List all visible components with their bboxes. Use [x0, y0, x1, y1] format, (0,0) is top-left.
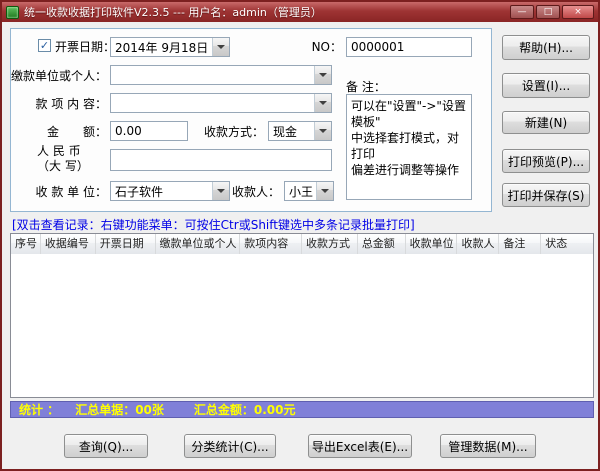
payee-combobox[interactable]: 小王 — [284, 181, 334, 201]
receipt-no-label: NO： — [302, 40, 342, 55]
app-window: 统一收款收据打印软件V2.3.5 --- 用户名：admin（管理员） — □ … — [0, 0, 600, 471]
records-table: 序号 收据编号 开票日期 缴款单位或个人 款项内容 收款方式 总金额 收款单位 … — [10, 233, 594, 398]
payment-method-label: 收款方式： — [198, 125, 264, 140]
column-header-total[interactable]: 总金额 — [358, 234, 406, 254]
invoice-date-picker[interactable]: 2014年 9月18日 — [110, 37, 230, 57]
payment-method-dropdown-button[interactable] — [314, 122, 331, 140]
title-bar: 统一收款收据打印软件V2.3.5 --- 用户名：admin（管理员） — □ … — [2, 2, 598, 22]
invoice-date-dropdown-button[interactable] — [212, 38, 229, 56]
receiving-unit-value: 石子软件 — [115, 183, 212, 200]
payer-combobox[interactable] — [110, 65, 332, 85]
payer-label: 缴款单位或个人： — [10, 69, 107, 84]
statistics-bar: 统计 ： 汇总单据：00张 汇总金额：0.00元 — [10, 401, 594, 418]
invoice-date-value: 2014年 9月18日 — [115, 39, 212, 56]
column-header-index[interactable]: 序号 — [11, 234, 41, 254]
amount-input[interactable]: 0.00 — [110, 121, 188, 141]
stats-total-amount: 汇总金额：0.00元 — [194, 401, 296, 418]
settings-button[interactable]: 设置(I)... — [502, 73, 590, 98]
manage-data-button[interactable]: 管理数据(M)... — [440, 434, 536, 458]
column-header-date[interactable]: 开票日期 — [96, 234, 156, 254]
receiving-unit-label: 收 款 单 位： — [10, 185, 107, 200]
maximize-icon: □ — [544, 8, 553, 17]
amount-label: 金 额： — [10, 125, 107, 140]
chevron-down-icon — [319, 129, 327, 133]
print-save-button[interactable]: 打印并保存(S) — [502, 183, 590, 207]
receipt-no-input[interactable]: 0000001 — [346, 37, 472, 57]
receiving-unit-dropdown-button[interactable] — [212, 182, 229, 200]
column-header-payer[interactable]: 缴款单位或个人 — [156, 234, 241, 254]
category-stats-button[interactable]: 分类统计(C)... — [184, 434, 276, 458]
maximize-button[interactable]: □ — [536, 5, 560, 19]
payee-value: 小王 — [289, 183, 316, 200]
records-table-body[interactable] — [11, 254, 593, 396]
minimize-button[interactable]: — — [510, 5, 534, 19]
close-button[interactable]: × — [562, 5, 594, 19]
column-header-status[interactable]: 状态 — [541, 234, 593, 254]
column-header-content[interactable]: 款项内容 — [240, 234, 302, 254]
column-header-method[interactable]: 收款方式 — [302, 234, 358, 254]
payment-content-dropdown-button[interactable] — [314, 94, 331, 112]
payment-method-combobox[interactable]: 现金 — [268, 121, 332, 141]
print-preview-button[interactable]: 打印预览(P)... — [502, 149, 590, 173]
payee-label: 收款人： — [228, 185, 280, 200]
stats-label: 统计 ： — [19, 401, 59, 418]
amount-in-words-input[interactable] — [110, 149, 332, 171]
export-excel-button[interactable]: 导出Excel表(E)... — [308, 434, 412, 458]
receiving-unit-combobox[interactable]: 石子软件 — [110, 181, 230, 201]
column-header-receipt-no[interactable]: 收据编号 — [41, 234, 96, 254]
payee-dropdown-button[interactable] — [316, 182, 333, 200]
chevron-down-icon — [319, 101, 327, 105]
records-hint-text: [双击查看记录：右键功能菜单：可按住Ctr或Shift键选中多条记录批量打印] — [12, 216, 415, 233]
check-icon: ✓ — [40, 40, 49, 51]
payment-method-value: 现金 — [273, 123, 314, 140]
column-header-unit[interactable]: 收款单位 — [406, 234, 458, 254]
note-textarea[interactable]: 可以在"设置"->"设置模板" 中选择套打模式，对打印 偏差进行调整等操作 — [346, 94, 472, 200]
query-button[interactable]: 查询(Q)... — [64, 434, 148, 458]
stats-total-receipts: 汇总单据：00张 — [75, 401, 164, 418]
payment-content-combobox[interactable] — [110, 93, 332, 113]
chevron-down-icon — [319, 73, 327, 77]
payment-content-label: 款 项 内 容： — [10, 97, 107, 112]
new-button[interactable]: 新建(N) — [502, 111, 590, 134]
column-header-note[interactable]: 备注 — [499, 234, 541, 254]
invoice-date-checkbox[interactable]: ✓ — [38, 39, 51, 52]
payer-dropdown-button[interactable] — [314, 66, 331, 84]
app-icon — [6, 6, 19, 19]
close-icon: × — [574, 8, 582, 17]
window-title: 统一收款收据打印软件V2.3.5 --- 用户名：admin（管理员） — [24, 4, 322, 20]
window-controls: — □ × — [510, 5, 594, 19]
column-header-payee[interactable]: 收款人 — [457, 234, 499, 254]
chevron-down-icon — [217, 189, 225, 193]
note-label: 备 注： — [346, 80, 386, 95]
minimize-icon: — — [518, 8, 527, 17]
amount-in-words-label: 人 民 币 （大 写） — [37, 144, 89, 174]
invoice-date-label: 开票日期： — [55, 40, 115, 55]
chevron-down-icon — [321, 189, 329, 193]
chevron-down-icon — [217, 45, 225, 49]
help-button[interactable]: 帮助(H)... — [502, 35, 590, 60]
records-table-header: 序号 收据编号 开票日期 缴款单位或个人 款项内容 收款方式 总金额 收款单位 … — [11, 234, 593, 254]
